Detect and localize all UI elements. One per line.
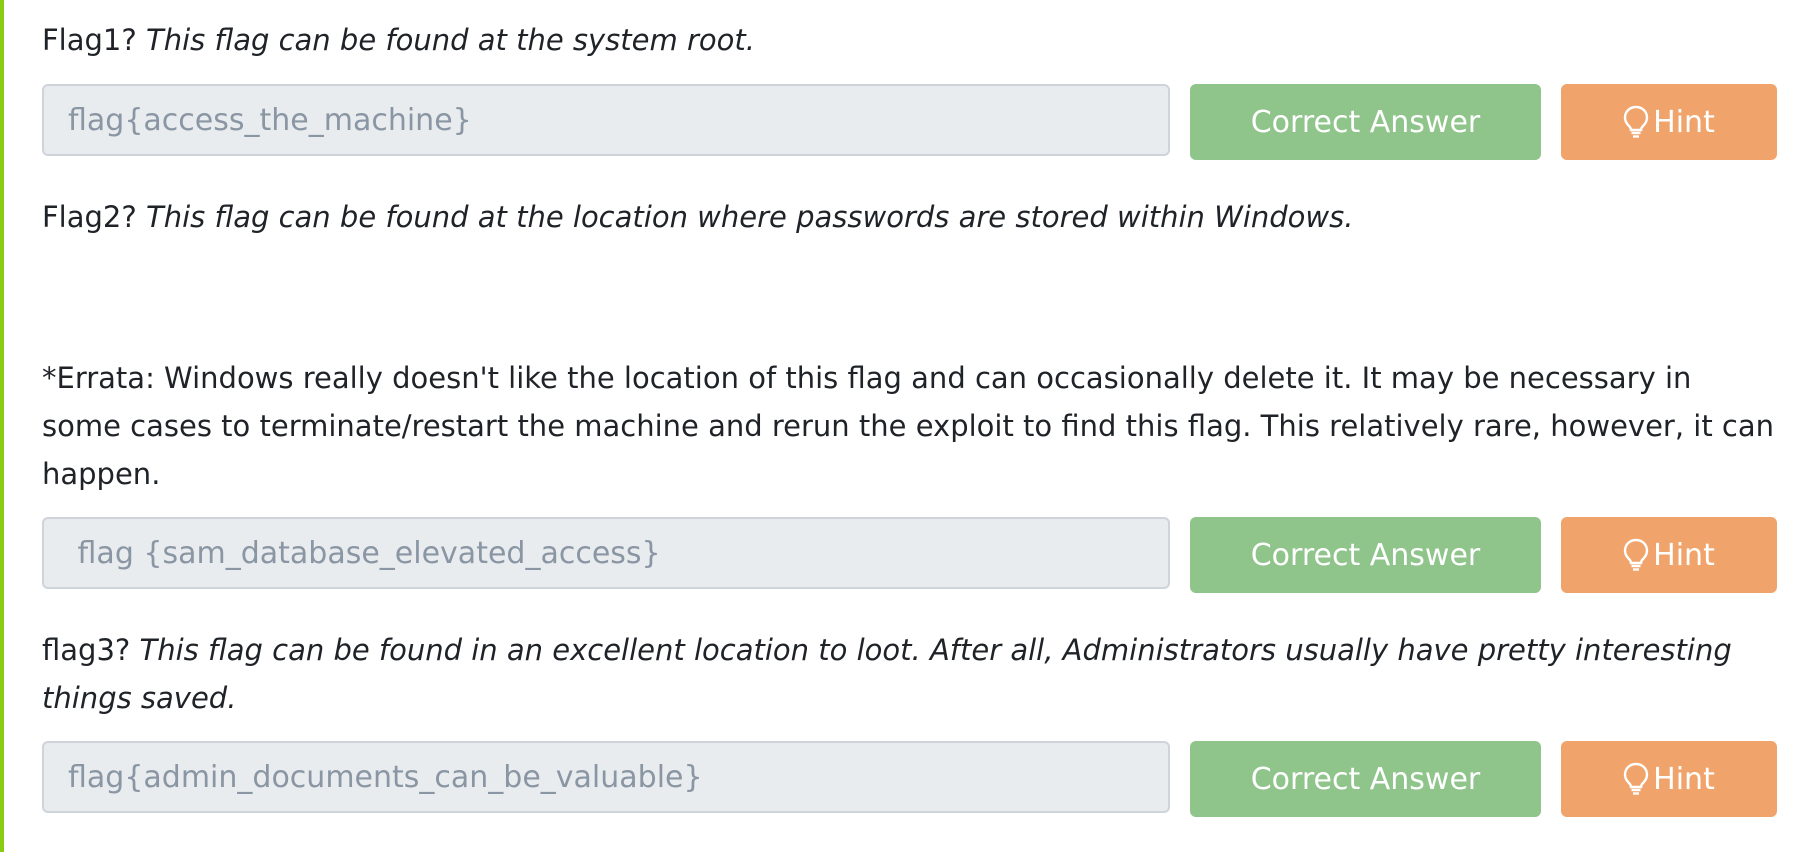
answer-row-3: Correct Answer Hint <box>42 741 1777 817</box>
correct-answer-label-3: Correct Answer <box>1250 761 1481 797</box>
hint-button-1[interactable]: Hint <box>1561 84 1777 160</box>
answer-row-1: Correct Answer Hint <box>42 84 1777 160</box>
correct-answer-label-1: Correct Answer <box>1250 104 1481 140</box>
question-1: Flag1? This flag can be found at the sys… <box>42 16 1777 64</box>
answer-input-2[interactable] <box>42 517 1170 589</box>
question-3-text: This flag can be found in an excellent l… <box>42 633 1732 715</box>
correct-answer-button-3[interactable]: Correct Answer <box>1190 741 1541 817</box>
answer-row-2: Correct Answer Hint <box>42 517 1777 593</box>
lightbulb-icon <box>1623 762 1649 795</box>
question-2-text: This flag can be found at the location w… <box>145 200 1354 234</box>
question-2-label: Flag2? <box>42 200 137 234</box>
hint-label-1: Hint <box>1653 104 1715 140</box>
answer-input-3[interactable] <box>42 741 1170 813</box>
question-2-errata: *Errata: Windows really doesn't like the… <box>42 361 1775 491</box>
hint-label-2: Hint <box>1653 537 1715 573</box>
question-1-text: This flag can be found at the system roo… <box>145 23 755 57</box>
lightbulb-icon <box>1623 538 1649 571</box>
correct-answer-button-1[interactable]: Correct Answer <box>1190 84 1541 160</box>
hint-button-3[interactable]: Hint <box>1561 741 1777 817</box>
correct-answer-label-2: Correct Answer <box>1250 537 1481 573</box>
question-3-label: flag3? <box>42 633 131 667</box>
hint-label-3: Hint <box>1653 761 1715 797</box>
question-3: flag3? This flag can be found in an exce… <box>42 626 1777 722</box>
hint-button-2[interactable]: Hint <box>1561 517 1777 593</box>
answer-input-1[interactable] <box>42 84 1170 156</box>
left-accent-bar <box>0 0 4 852</box>
question-2: Flag2? This flag can be found at the loc… <box>42 193 1777 241</box>
correct-answer-button-2[interactable]: Correct Answer <box>1190 517 1541 593</box>
question-1-label: Flag1? <box>42 23 137 57</box>
lightbulb-icon <box>1623 105 1649 138</box>
